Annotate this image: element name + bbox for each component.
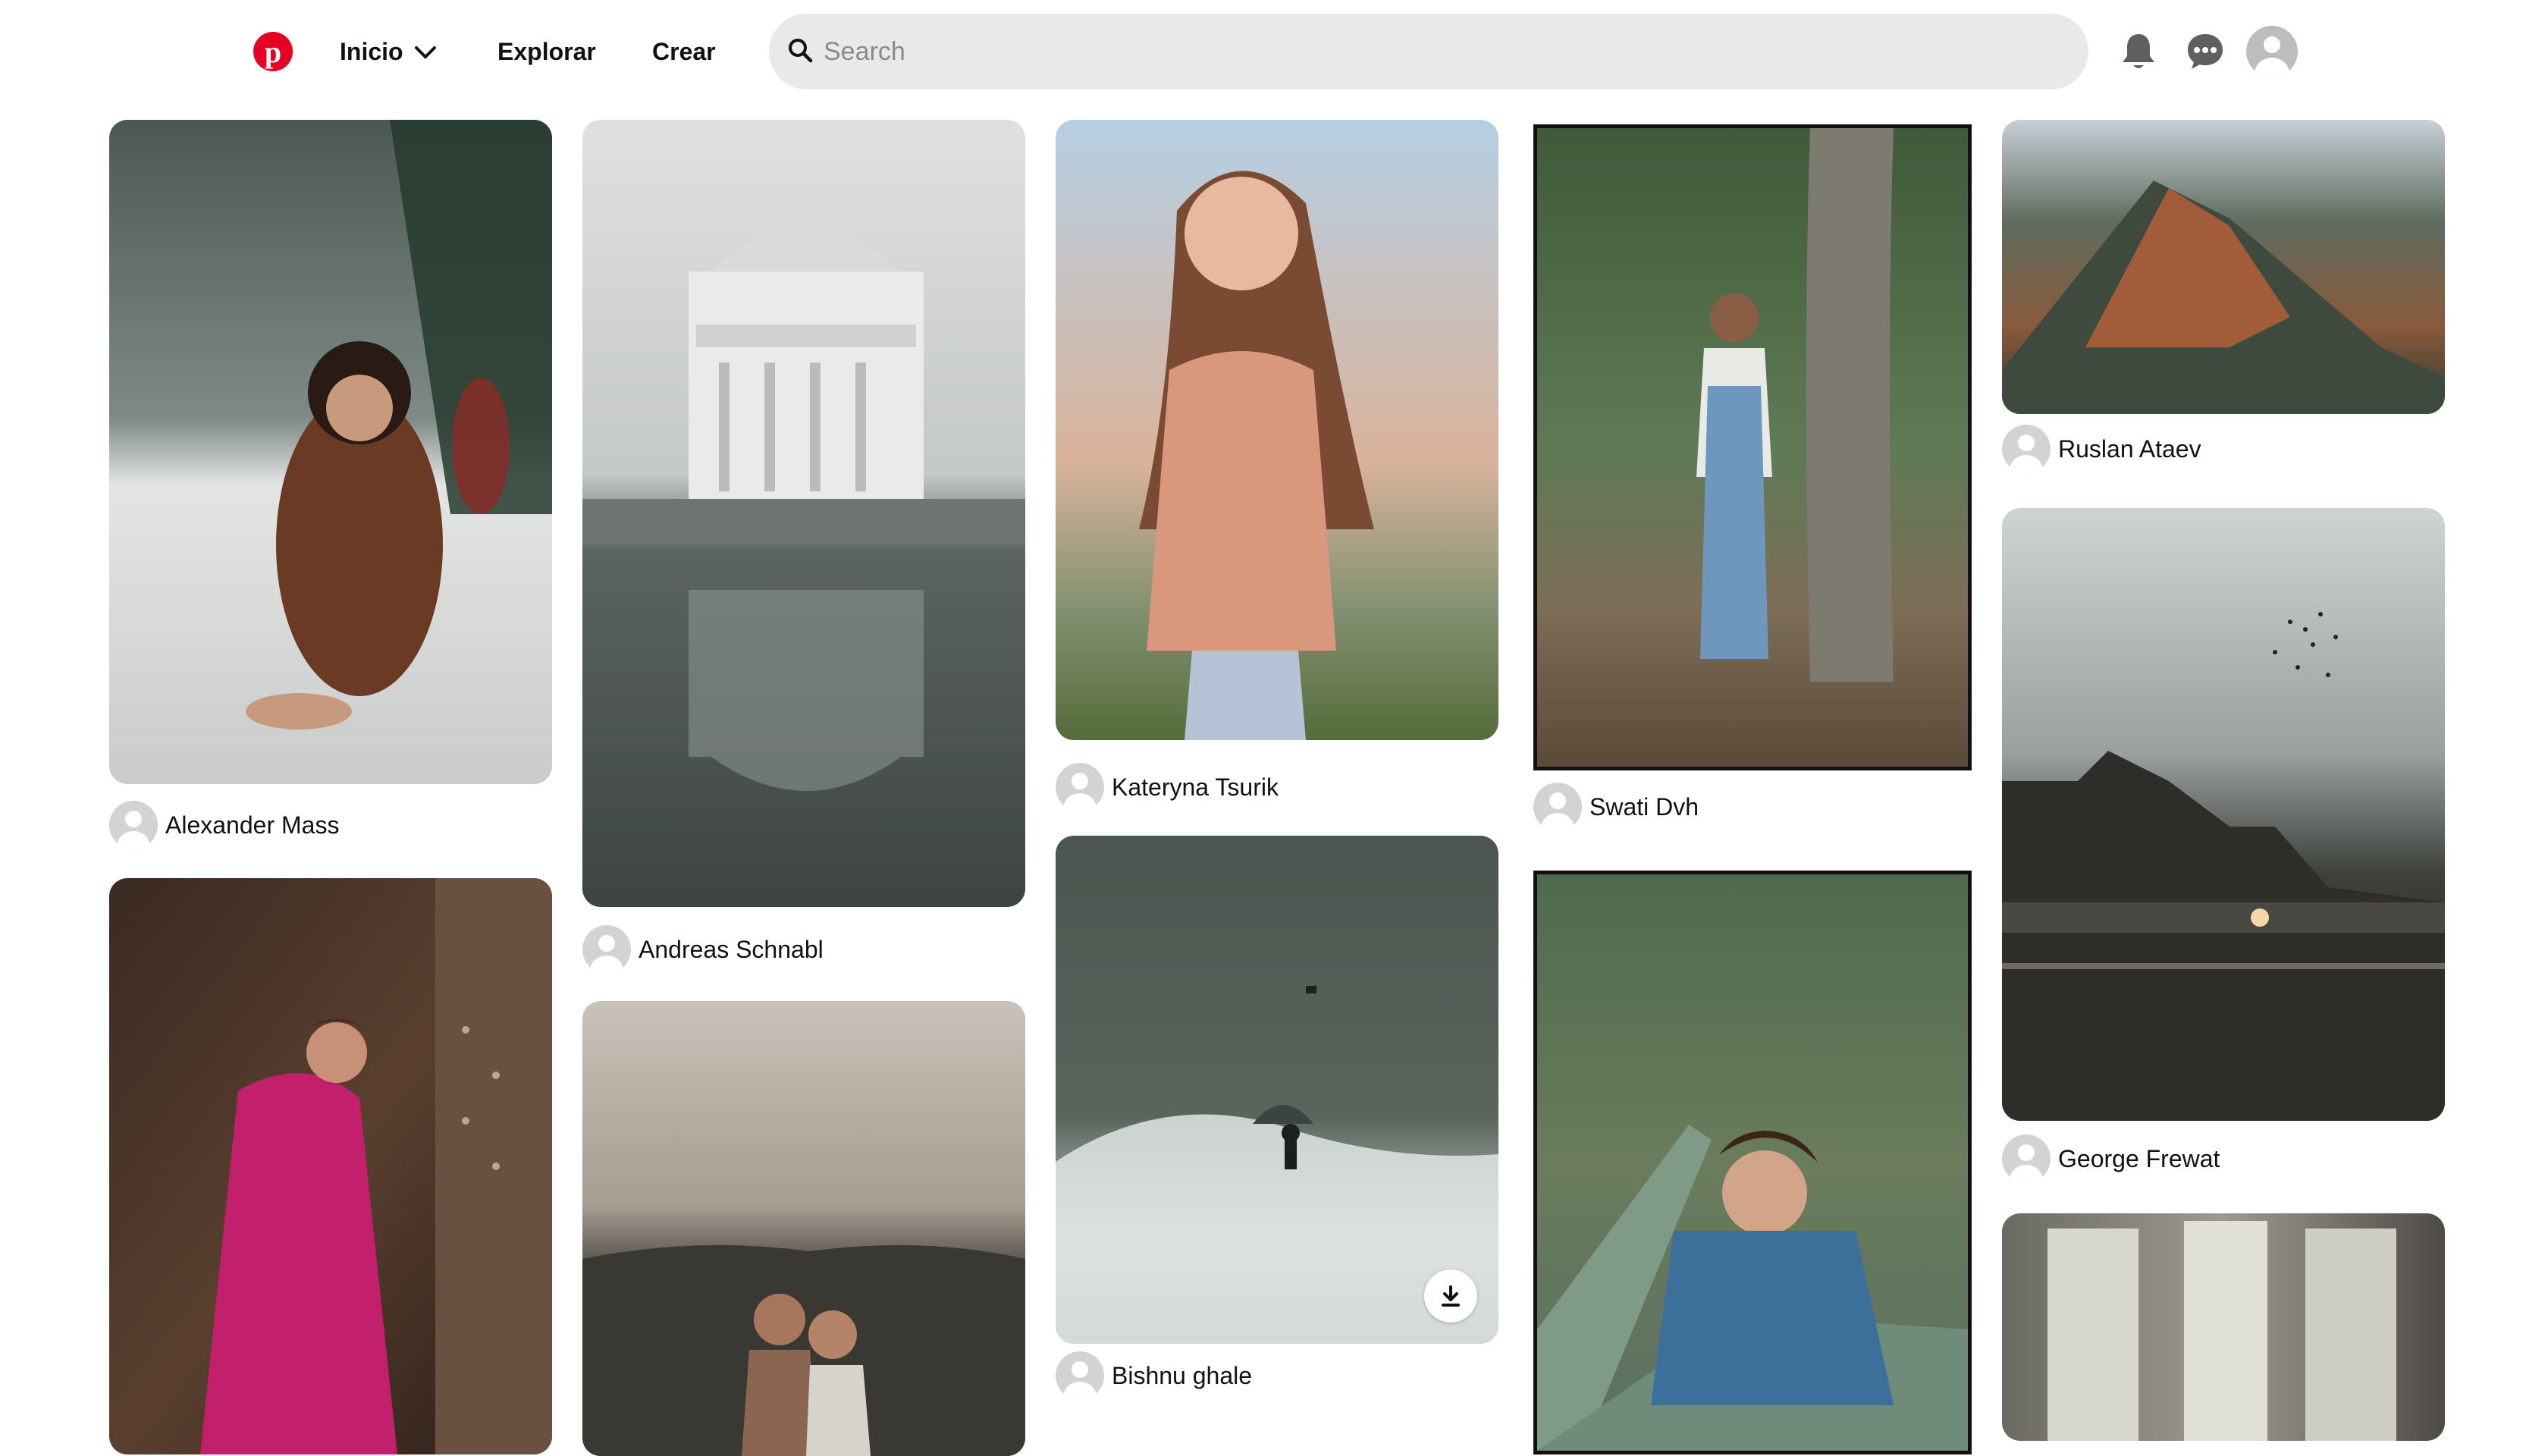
pin-author-row[interactable]: Swati Dvh: [1533, 783, 1699, 831]
top-navigation-bar: p Inicio Explorar Crear: [0, 0, 2548, 106]
notifications-bell-icon[interactable]: [2114, 27, 2163, 76]
nav-create-label: Crear: [652, 37, 716, 65]
user-profile-avatar-icon[interactable]: [2246, 26, 2298, 77]
pin-author-name: Alexander Mass: [165, 811, 340, 839]
download-icon: [1442, 1285, 1460, 1307]
nav-explore-label: Explorar: [497, 37, 596, 65]
pinterest-logo-icon[interactable]: p: [253, 32, 293, 71]
author-avatar: [582, 925, 631, 974]
chevron-down-icon: [414, 38, 437, 66]
pin-author-row[interactable]: George Frewat: [2002, 1134, 2220, 1183]
pin-image[interactable]: [2002, 508, 2445, 1121]
nav-explore-link[interactable]: Explorar: [497, 33, 596, 70]
nav-home-dropdown[interactable]: Inicio: [340, 33, 437, 70]
pin-image[interactable]: [582, 1001, 1025, 1456]
search-icon: [787, 37, 813, 67]
pin-author-row[interactable]: Alexander Mass: [109, 801, 339, 849]
pin-author-name: Ruslan Ataev: [2058, 435, 2201, 463]
download-button[interactable]: [1424, 1269, 1477, 1323]
author-avatar: [2002, 425, 2051, 473]
pin-author-name: Bishnu ghale: [1112, 1361, 1253, 1389]
pin-author-name: Swati Dvh: [1589, 792, 1699, 821]
pin-image[interactable]: [109, 120, 552, 784]
pin-image[interactable]: [1533, 124, 1972, 770]
author-avatar: [2002, 1134, 2051, 1183]
pin-image[interactable]: [1056, 836, 1498, 1344]
author-avatar: [109, 801, 158, 849]
pin-author-row[interactable]: Bishnu ghale: [1056, 1351, 1252, 1400]
pin-author-name: Andreas Schnabl: [639, 935, 824, 963]
search-input[interactable]: [824, 36, 2037, 67]
author-avatar: [1056, 1351, 1104, 1400]
pin-image[interactable]: [582, 120, 1025, 907]
pin-author-name: George Frewat: [2058, 1144, 2220, 1172]
pin-image[interactable]: [2002, 1213, 2445, 1441]
pin-author-name: Kateryna Tsurik: [1112, 773, 1279, 801]
messages-chat-icon[interactable]: [2181, 27, 2230, 76]
pin-image[interactable]: [2002, 120, 2445, 414]
pin-image[interactable]: [1533, 871, 1972, 1454]
pin-image[interactable]: [109, 878, 552, 1454]
author-avatar: [1533, 783, 1582, 831]
svg-text:p: p: [265, 35, 281, 69]
author-avatar: [1056, 763, 1104, 811]
pin-author-row[interactable]: Andreas Schnabl: [582, 925, 824, 974]
pin-image[interactable]: [1056, 120, 1498, 740]
nav-home-label: Inicio: [340, 37, 403, 65]
search-bar[interactable]: [769, 14, 2088, 89]
pin-feed-grid: Alexander Mass Andreas Schnabl Kateryna …: [0, 106, 2548, 1456]
pin-author-row[interactable]: Kateryna Tsurik: [1056, 763, 1279, 811]
nav-create-link[interactable]: Crear: [652, 33, 716, 70]
pin-author-row[interactable]: Ruslan Ataev: [2002, 425, 2201, 473]
